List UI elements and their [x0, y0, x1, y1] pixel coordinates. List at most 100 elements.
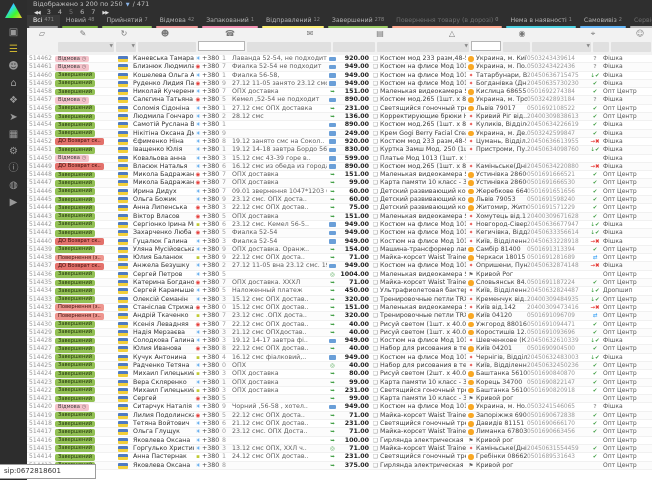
city-filter-input[interactable]: [471, 41, 501, 51]
info-icon[interactable]: ⓘ: [0, 160, 27, 177]
table-row[interactable]: 514461Відмова◷Близнюк Людмила ..◉+3807Фи…: [27, 63, 652, 71]
table-row[interactable]: 514458ЗавершенийНиколай Кучеренко✳+3807О…: [27, 88, 652, 96]
table-row[interactable]: 514440ДО Возврат ск..Гуцалюк Галина✳+380…: [27, 238, 652, 246]
payment-icon[interactable]: ▤: [373, 29, 387, 38]
table-row[interactable]: 514431Повернення (з..Андрій Ткаченко▪+38…: [27, 312, 652, 320]
country-filter[interactable]: ▼: [116, 42, 136, 52]
table-row[interactable]: 514438Повернення (з..Юлия Баланюк▪+38092…: [27, 254, 652, 262]
table-row[interactable]: 514449ДО Возврат ск..Власюк Наталья✳+380…: [27, 163, 652, 171]
tab-Запакований[interactable]: Запакований1: [200, 15, 260, 28]
table-row[interactable]: 514445ЗавершенийОльга Божик✳+380923.12 с…: [27, 196, 652, 204]
ttn-icon[interactable]: ⌖: [586, 29, 600, 39]
table-row[interactable]: 514446ЗавершенийИрина Дидух✳+380709.01 з…: [27, 188, 652, 196]
table-row[interactable]: 514441ЗавершенийЗахарченко Люба◉+3805Фиа…: [27, 229, 652, 237]
table-row[interactable]: 514443ЗавершенийВіктор Власов◉+3805ОПХ д…: [27, 213, 652, 221]
tag-icon[interactable]: ▱: [35, 29, 49, 38]
network-icon[interactable]: ◍: [0, 177, 27, 194]
tab-Прийнятий[interactable]: Прийнятий7: [100, 15, 153, 28]
table-row[interactable]: 514452ДО Возврат ск..Єфименко Ніна✳+3808…: [27, 138, 652, 146]
courier-filter[interactable]: [503, 42, 530, 52]
table-row[interactable]: 514419ЗавершенийЛилия Подолинская◉+38052…: [27, 412, 652, 420]
tab-Всі[interactable]: Всі471: [27, 15, 60, 28]
table-row[interactable]: 514434ЗавершенийСергей Карамышев✳+3805На…: [27, 287, 652, 295]
table-row[interactable]: 514415ЗавершенийГоргулько Христина..✳+38…: [27, 445, 652, 453]
source-filter[interactable]: [611, 42, 651, 52]
table-row[interactable]: 514460ЗавершенийКошелева Ольга Ар..✳+380…: [27, 72, 652, 80]
tab-Відмова[interactable]: Відмова42: [154, 15, 201, 28]
clients-icon[interactable]: ☻: [0, 58, 27, 75]
table-row[interactable]: 514418ЗавершенийТетяна Войтович✳+380621.…: [27, 420, 652, 428]
table-row[interactable]: 514427ЗавершенийЮлия Иванова◉+380822.12 …: [27, 345, 652, 353]
status-filter[interactable]: ▼: [58, 42, 114, 52]
chevron-down-icon[interactable]: ▼: [126, 2, 130, 8]
warehouse-icon[interactable]: ⌂: [0, 75, 27, 92]
table-row[interactable]: 514413ЗавершенийЯковлева Оксана✳+3808➥37…: [27, 462, 652, 470]
table-row[interactable]: 514437ДО Возврат ск..Анжела Безушку✳+380…: [27, 262, 652, 270]
table-row[interactable]: 514456ЗавершенийСоломія Сідоніна✳+380127…: [27, 105, 652, 113]
delivery-city: Богданівка (Дні..: [476, 80, 527, 87]
table-row[interactable]: 514451ЗавершенийІващенко Юлія✳+380119.12…: [27, 146, 652, 154]
pagination-summary[interactable]: Відображено з 200 по 250▼/ 471: [33, 0, 149, 8]
broadcast-icon[interactable]: ➤: [0, 109, 27, 126]
address-icon[interactable]: ◉: [515, 29, 529, 38]
app-logo-icon[interactable]: [5, 3, 22, 18]
table-row[interactable]: 514420Відмова◷Ситарчук Наталія Гр..✳+380…: [27, 403, 652, 411]
tab-Сервіси[interactable]: Сервіси0: [628, 15, 652, 28]
settings-icon[interactable]: ⚙: [0, 143, 27, 160]
products-icon[interactable]: ❖: [0, 92, 27, 109]
status-refresh-icon[interactable]: ↻: [117, 29, 131, 38]
recipient-icon[interactable]: ☺: [633, 29, 647, 38]
table-row[interactable]: 514453ЗавершенийНікітіна Оксана Дми..✳+3…: [27, 130, 652, 138]
table-row[interactable]: 514417ЗавершенийОльга Глущук✳+380023.12 …: [27, 428, 652, 436]
dashboard-icon[interactable]: ▣: [0, 24, 27, 41]
table-row[interactable]: 514422ЗавершенийМихаил Гилецький▪+3803ОП…: [27, 387, 652, 395]
table-row[interactable]: 514423ЗавершенийВера Скляренко✳+3801ОПХ …: [27, 379, 652, 387]
name-filter[interactable]: [138, 42, 196, 52]
table-row[interactable]: 514436ЗавершенийСергей Петров✳+3805◎1004…: [27, 271, 652, 279]
table-row[interactable]: 514416ЗавершенийЯковлева Оксана✳+3808➥10…: [27, 437, 652, 445]
orders-icon[interactable]: ☰: [0, 41, 27, 58]
tab-Завершений[interactable]: Завершений278: [326, 15, 390, 28]
comment-filter[interactable]: [247, 42, 331, 52]
reports-icon[interactable]: ▦: [0, 126, 27, 143]
table-row[interactable]: 514425ЗавершенийРадченко Тетяна✳+3800ОПХ…: [27, 362, 652, 370]
table-row[interactable]: 514457Відмова◷Салєгина Татьяна С..◉+3805…: [27, 96, 652, 104]
product-icon[interactable]: △: [445, 29, 459, 38]
product-filter[interactable]: ▼: [377, 42, 469, 52]
table-row[interactable]: 514428ЗавершенийСолодкова Галина В..✳+38…: [27, 337, 652, 345]
table-row[interactable]: 514421ЗавершенийСергей◉+3805➥99.00❑Карта…: [27, 395, 652, 403]
table-row[interactable]: 514430ЗавершенийКсенія Левадняя◉+380722.…: [27, 321, 652, 329]
client-icon[interactable]: ☻: [158, 29, 172, 38]
phone-icon[interactable]: ☎: [223, 29, 237, 38]
table-row[interactable]: 514426ЗавершенийКучук Антонина▪+380416.1…: [27, 354, 652, 362]
table-row[interactable]: 514459ЗавершенийРуденко Лидия Пав..◉+380…: [27, 80, 652, 88]
table-row[interactable]: 514433ЗавершенийОлексій Семанін✳+380315.…: [27, 296, 652, 304]
tab-Новий[interactable]: Новий48: [60, 15, 101, 28]
table-row[interactable]: 514429ЗавершенийНадія Мерзаєва✳+380321.1…: [27, 329, 652, 337]
table-row[interactable]: 514455ЗавершенийЛюдмила Гончарова✳+38022…: [27, 113, 652, 121]
table-row[interactable]: 514462Відмова◷Каневська Тамара ..✳+3801Л…: [27, 55, 652, 63]
tab-Повернення товару (в дорозі)[interactable]: Повернення товару (в дорозі)0: [390, 15, 504, 28]
table-row[interactable]: 514442ЗавершенийСергіонко Ірина Ми..▪+38…: [27, 221, 652, 229]
table-row[interactable]: 514424ЗавершенийМихаил Гилецький▪+3803ОП…: [27, 370, 652, 378]
table-row[interactable]: 514414ЗавершенийАнна Пастернак▪+380124.1…: [27, 453, 652, 461]
pencil-icon[interactable]: ✎: [76, 29, 90, 38]
payment-filter[interactable]: [333, 42, 375, 52]
table-row[interactable]: 514448ЗавершенийМикола Бадражан◉+3807ОПХ…: [27, 171, 652, 179]
table-row[interactable]: 514447ЗавершенийМикола Бадражан◉+3807ОПХ…: [27, 179, 652, 187]
tab-Нема в наявності[interactable]: Нема в наявності1: [504, 15, 577, 28]
delivery-filter[interactable]: [593, 42, 609, 52]
table-row[interactable]: 514435ЗавершенийКатерина Богданова◉+3807…: [27, 279, 652, 287]
tab-Відправлений[interactable]: Відправлений12: [260, 15, 326, 28]
table-row[interactable]: 514439ЗавершенийУляна Мусійовська✳+3809О…: [27, 246, 652, 254]
table-row[interactable]: 514450Відмова◷Ковальова анна✳+380315.12 …: [27, 155, 652, 163]
table-row[interactable]: 514454ЗавершенийСамотій Руслана Во..✳+38…: [27, 121, 652, 129]
phone-filter-input[interactable]: [198, 41, 245, 51]
chat-icon[interactable]: ✉: [303, 29, 317, 38]
tab-Самовивіз[interactable]: Самовивіз2: [578, 15, 628, 28]
table-row[interactable]: 514444ЗавершенийАнна Липенська◉+380322.1…: [27, 204, 652, 212]
table-row[interactable]: 514432Повернення (з..Станіслав Стрижак◉+…: [27, 304, 652, 312]
payment-cell: ➥: [327, 179, 338, 186]
ttn-filter[interactable]: ▼: [532, 42, 591, 52]
video-icon[interactable]: ▶: [0, 194, 27, 211]
